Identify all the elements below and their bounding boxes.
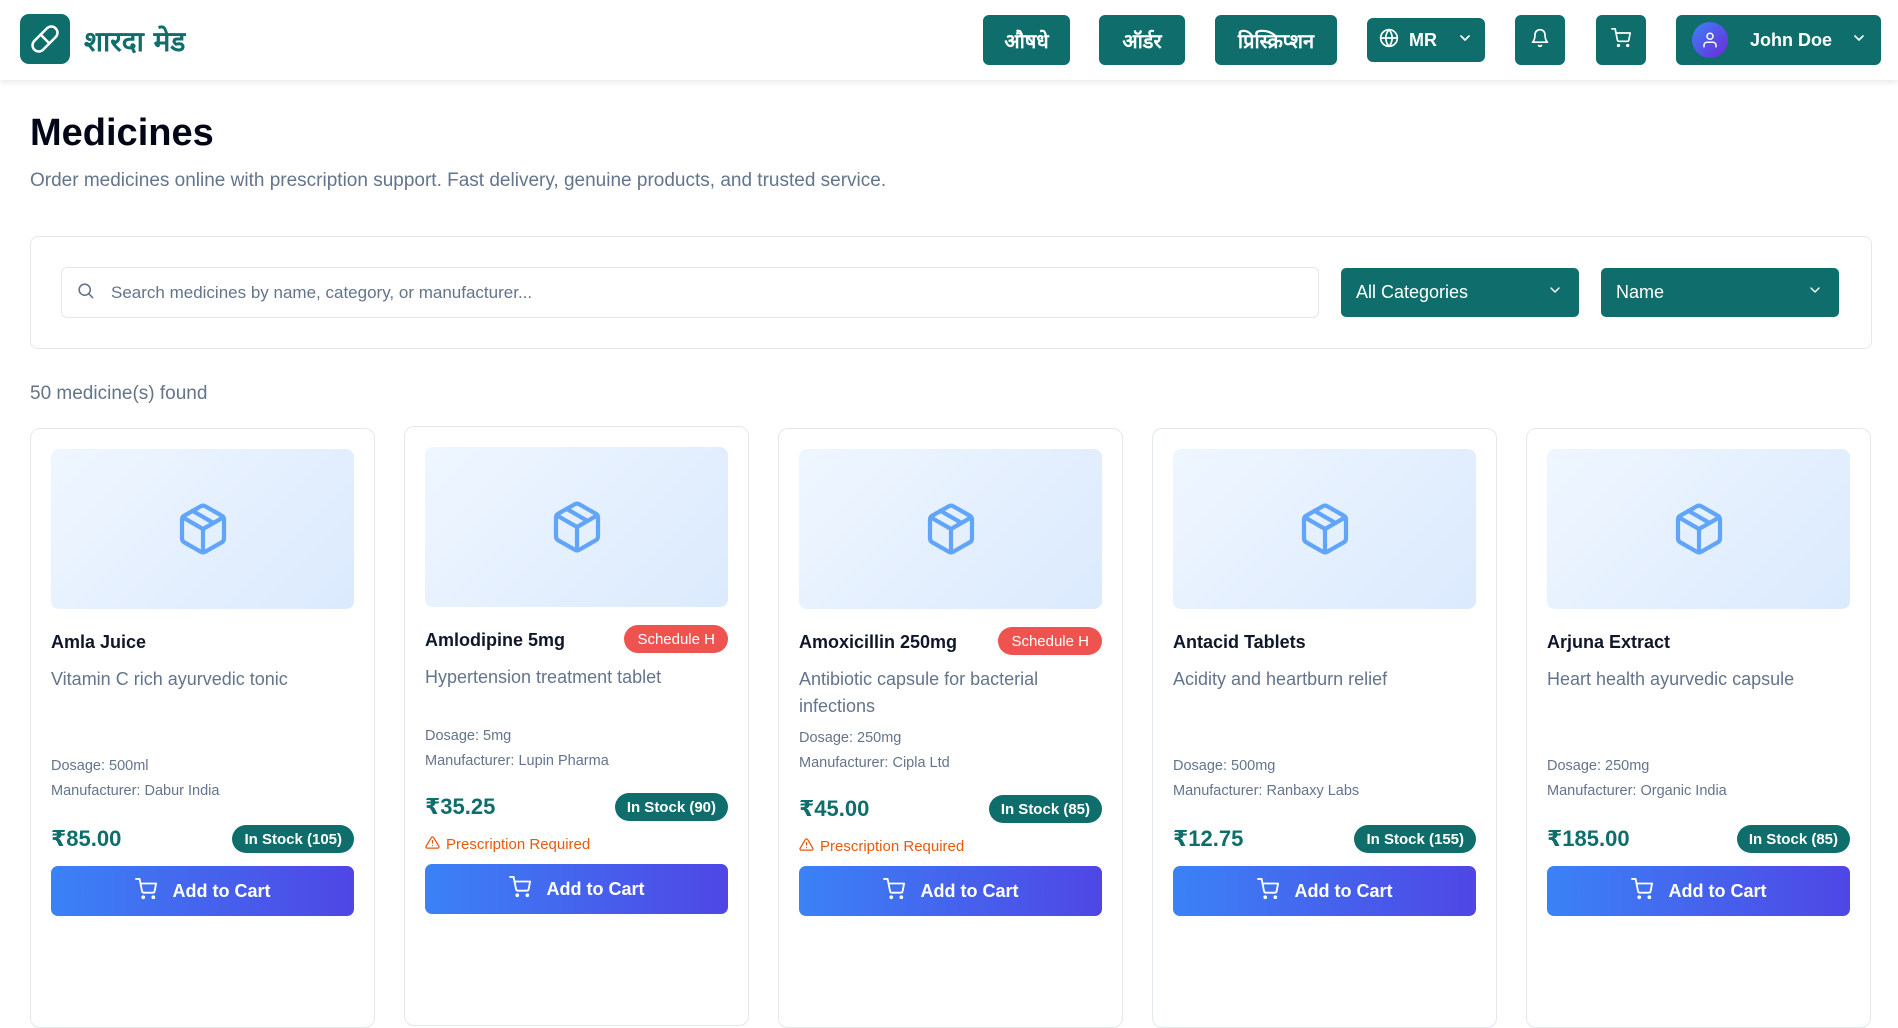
package-icon xyxy=(927,503,974,555)
cart-icon xyxy=(508,875,531,903)
stock-badge: In Stock (90) xyxy=(614,793,728,821)
nav-link-medicines[interactable]: औषधे xyxy=(983,15,1070,65)
medicine-price: ₹185.00 xyxy=(1547,826,1630,851)
nav-link-prescriptions[interactable]: प्रिस्क्रिप्शन xyxy=(1215,15,1337,65)
add-to-cart-button[interactable]: Add to Cart xyxy=(1547,866,1850,916)
medicine-dosage: Dosage: 500mg xyxy=(1173,758,1276,774)
medicine-description: Acidity and heartburn relief xyxy=(1173,669,1388,689)
category-select[interactable]: All Categories xyxy=(1341,268,1579,317)
stock-badge: In Stock (155) xyxy=(1354,825,1476,853)
pill-logo-icon[interactable] xyxy=(20,14,70,64)
medicine-manufacturer: Manufacturer: Organic India xyxy=(1547,783,1727,799)
medicine-price: ₹12.75 xyxy=(1173,826,1244,851)
chevron-down-icon xyxy=(1457,30,1473,51)
page-subtitle: Order medicines online with prescription… xyxy=(30,170,887,191)
stock-badge: In Stock (85) xyxy=(988,795,1102,823)
medicine-card[interactable]: Amla Juice Vitamin C rich ayurvedic toni… xyxy=(30,428,375,1028)
user-icon xyxy=(1703,32,1717,48)
medicine-manufacturer: Manufacturer: Lupin Pharma xyxy=(425,753,609,769)
warning-icon xyxy=(799,837,814,856)
chevron-down-icon xyxy=(1807,282,1823,303)
medicine-card[interactable]: Amlodipine 5mg Schedule H Hypertension t… xyxy=(404,426,749,1026)
medicine-dosage: Dosage: 250mg xyxy=(1547,758,1650,774)
medicine-dosage: Dosage: 5mg xyxy=(425,728,512,744)
product-image[interactable] xyxy=(1173,449,1476,609)
notifications-button[interactable] xyxy=(1515,15,1565,65)
globe-icon xyxy=(1379,28,1399,53)
warning-icon xyxy=(425,835,440,854)
filter-panel: All Categories Name xyxy=(30,236,1872,349)
prescription-required-note: Prescription Required xyxy=(425,835,590,854)
brand-name[interactable]: शारदा मेड xyxy=(84,22,185,60)
add-to-cart-label: Add to Cart xyxy=(1294,880,1393,901)
sort-select-value: Name xyxy=(1616,282,1665,302)
result-count: 50 medicine(s) found xyxy=(30,383,208,404)
medicine-description: Heart health ayurvedic capsule xyxy=(1547,669,1795,689)
add-to-cart-label: Add to Cart xyxy=(1668,880,1767,901)
chevron-down-icon xyxy=(1851,30,1867,51)
product-image[interactable] xyxy=(425,447,728,607)
medicine-price: ₹35.25 xyxy=(425,794,496,819)
cart-icon xyxy=(1630,877,1653,905)
medicine-description: Vitamin C rich ayurvedic tonic xyxy=(51,669,288,689)
medicine-name[interactable]: Amla Juice xyxy=(51,632,146,653)
medicine-manufacturer: Manufacturer: Cipla Ltd xyxy=(799,755,950,771)
product-image[interactable] xyxy=(51,449,354,609)
medicine-card[interactable]: Arjuna Extract Heart health ayurvedic ca… xyxy=(1526,428,1871,1028)
add-to-cart-label: Add to Cart xyxy=(172,880,271,901)
sort-select[interactable]: Name xyxy=(1601,268,1839,317)
medicine-manufacturer: Manufacturer: Dabur India xyxy=(51,783,220,799)
medicine-manufacturer: Manufacturer: Ranbaxy Labs xyxy=(1173,783,1360,799)
product-image[interactable] xyxy=(799,449,1102,609)
add-to-cart-button[interactable]: Add to Cart xyxy=(51,866,354,916)
cart-icon xyxy=(134,877,157,905)
search-input[interactable] xyxy=(111,282,1318,303)
medicine-dosage: Dosage: 250mg xyxy=(799,730,902,746)
schedule-badge: Schedule H xyxy=(998,627,1102,655)
medicine-price: ₹85.00 xyxy=(51,826,122,851)
prescription-required-label: Prescription Required xyxy=(820,838,965,855)
add-to-cart-button[interactable]: Add to Cart xyxy=(1173,866,1476,916)
medicine-price: ₹45.00 xyxy=(799,796,870,821)
add-to-cart-label: Add to Cart xyxy=(546,878,645,899)
schedule-badge: Schedule H xyxy=(624,625,728,653)
package-icon xyxy=(1675,503,1722,555)
language-selector[interactable]: MR xyxy=(1367,18,1485,62)
medicine-name[interactable]: Amoxicillin 250mg xyxy=(799,632,957,653)
user-menu-button[interactable]: John Doe xyxy=(1676,15,1881,65)
package-icon xyxy=(179,503,226,555)
product-image[interactable] xyxy=(1547,449,1850,609)
medicine-dosage: Dosage: 500ml xyxy=(51,758,149,774)
medicine-name[interactable]: Amlodipine 5mg xyxy=(425,630,565,651)
stock-badge: In Stock (105) xyxy=(232,825,354,853)
nav-link-orders[interactable]: ऑर्डर xyxy=(1099,15,1185,65)
medicine-name[interactable]: Antacid Tablets xyxy=(1173,632,1306,653)
stock-badge: In Stock (85) xyxy=(1736,825,1850,853)
category-select-value: All Categories xyxy=(1356,282,1469,302)
bell-icon xyxy=(1530,28,1550,53)
page-title: Medicines xyxy=(30,112,214,154)
cart-icon xyxy=(1611,27,1631,53)
language-code: MR xyxy=(1409,29,1437,50)
cart-icon xyxy=(882,877,905,905)
avatar xyxy=(1692,22,1728,58)
prescription-required-label: Prescription Required xyxy=(446,836,591,853)
search-icon xyxy=(76,281,95,305)
chevron-down-icon xyxy=(1547,282,1563,303)
medicine-name[interactable]: Arjuna Extract xyxy=(1547,632,1670,653)
medicine-description: Antibiotic capsule for bacterial infecti… xyxy=(799,669,1039,716)
cart-icon xyxy=(1256,877,1279,905)
user-name: John Doe xyxy=(1750,29,1833,50)
add-to-cart-button[interactable]: Add to Cart xyxy=(799,866,1102,916)
package-icon xyxy=(1301,503,1348,555)
add-to-cart-label: Add to Cart xyxy=(920,880,1019,901)
search-box[interactable] xyxy=(61,267,1319,318)
medicine-description: Hypertension treatment tablet xyxy=(425,667,662,687)
top-navbar: शारदा मेड औषधे ऑर्डर प्रिस्क्रिप्शन MR J… xyxy=(0,0,1898,80)
prescription-required-note: Prescription Required xyxy=(799,837,964,856)
medicine-card[interactable]: Antacid Tablets Acidity and heartburn re… xyxy=(1152,428,1497,1028)
medicine-card[interactable]: Amoxicillin 250mg Schedule H Antibiotic … xyxy=(778,428,1123,1028)
package-icon xyxy=(553,501,600,553)
cart-button[interactable] xyxy=(1596,15,1646,65)
